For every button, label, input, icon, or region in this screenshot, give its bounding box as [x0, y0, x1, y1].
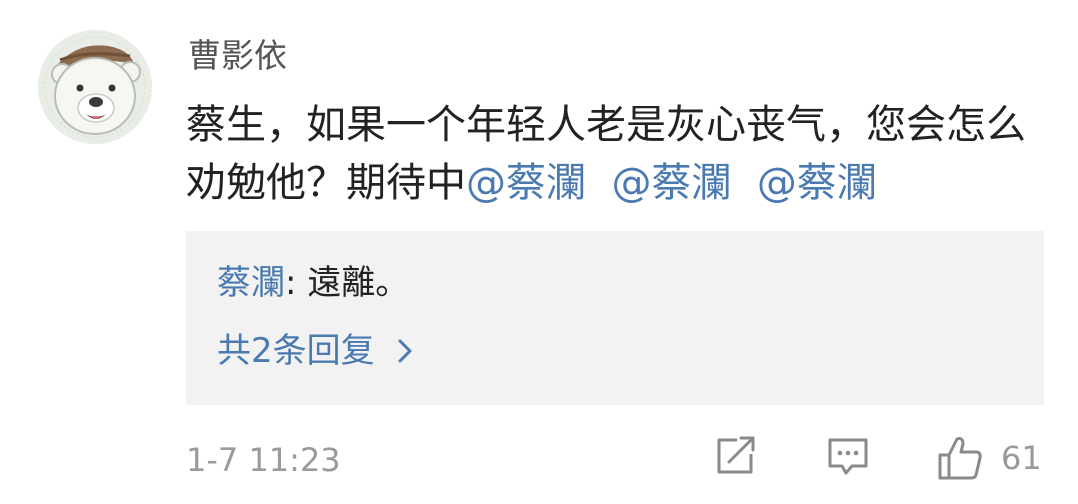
- reply-count-label: 共2条回复: [217, 331, 375, 371]
- reply-text: 遠離。: [307, 263, 410, 303]
- chevron-right-icon: [398, 339, 412, 363]
- mention-link[interactable]: @蔡瀾: [757, 160, 877, 206]
- comment-text: 蔡生，如果一个年轻人老是灰心丧气，您会怎么劝勉他？期待中@蔡瀾 @蔡瀾 @蔡瀾: [186, 96, 1056, 212]
- comment-button[interactable]: [826, 434, 870, 482]
- polar-bear-avatar-icon: [38, 30, 152, 144]
- reply-panel: 蔡瀾: 遠離。 共2条回复: [186, 231, 1044, 405]
- like-button[interactable]: 61: [937, 434, 1047, 482]
- share-icon: [717, 436, 755, 474]
- mention-link[interactable]: @蔡瀾: [611, 160, 731, 206]
- comment-item: 曹影依 蔡生，如果一个年轻人老是灰心丧气，您会怎么劝勉他？期待中@蔡瀾 @蔡瀾 …: [0, 0, 1078, 504]
- reply-item[interactable]: 蔡瀾: 遠離。: [217, 261, 409, 305]
- comment-timestamp: 1-7 11:23: [186, 441, 341, 479]
- like-count: 61: [1001, 439, 1042, 477]
- mention-link[interactable]: @蔡瀾: [466, 160, 586, 206]
- comment-icon: [828, 438, 868, 475]
- user-avatar[interactable]: [38, 30, 152, 144]
- thumbs-up-icon: [938, 437, 982, 480]
- view-all-replies-link[interactable]: 共2条回复: [217, 329, 413, 373]
- comment-username[interactable]: 曹影依: [188, 36, 287, 76]
- comment-body: 蔡生，如果一个年轻人老是灰心丧气，您会怎么劝勉他？期待中: [186, 102, 1026, 206]
- reply-separator: :: [285, 263, 308, 303]
- reply-author[interactable]: 蔡瀾: [217, 263, 285, 303]
- share-button[interactable]: [713, 434, 757, 482]
